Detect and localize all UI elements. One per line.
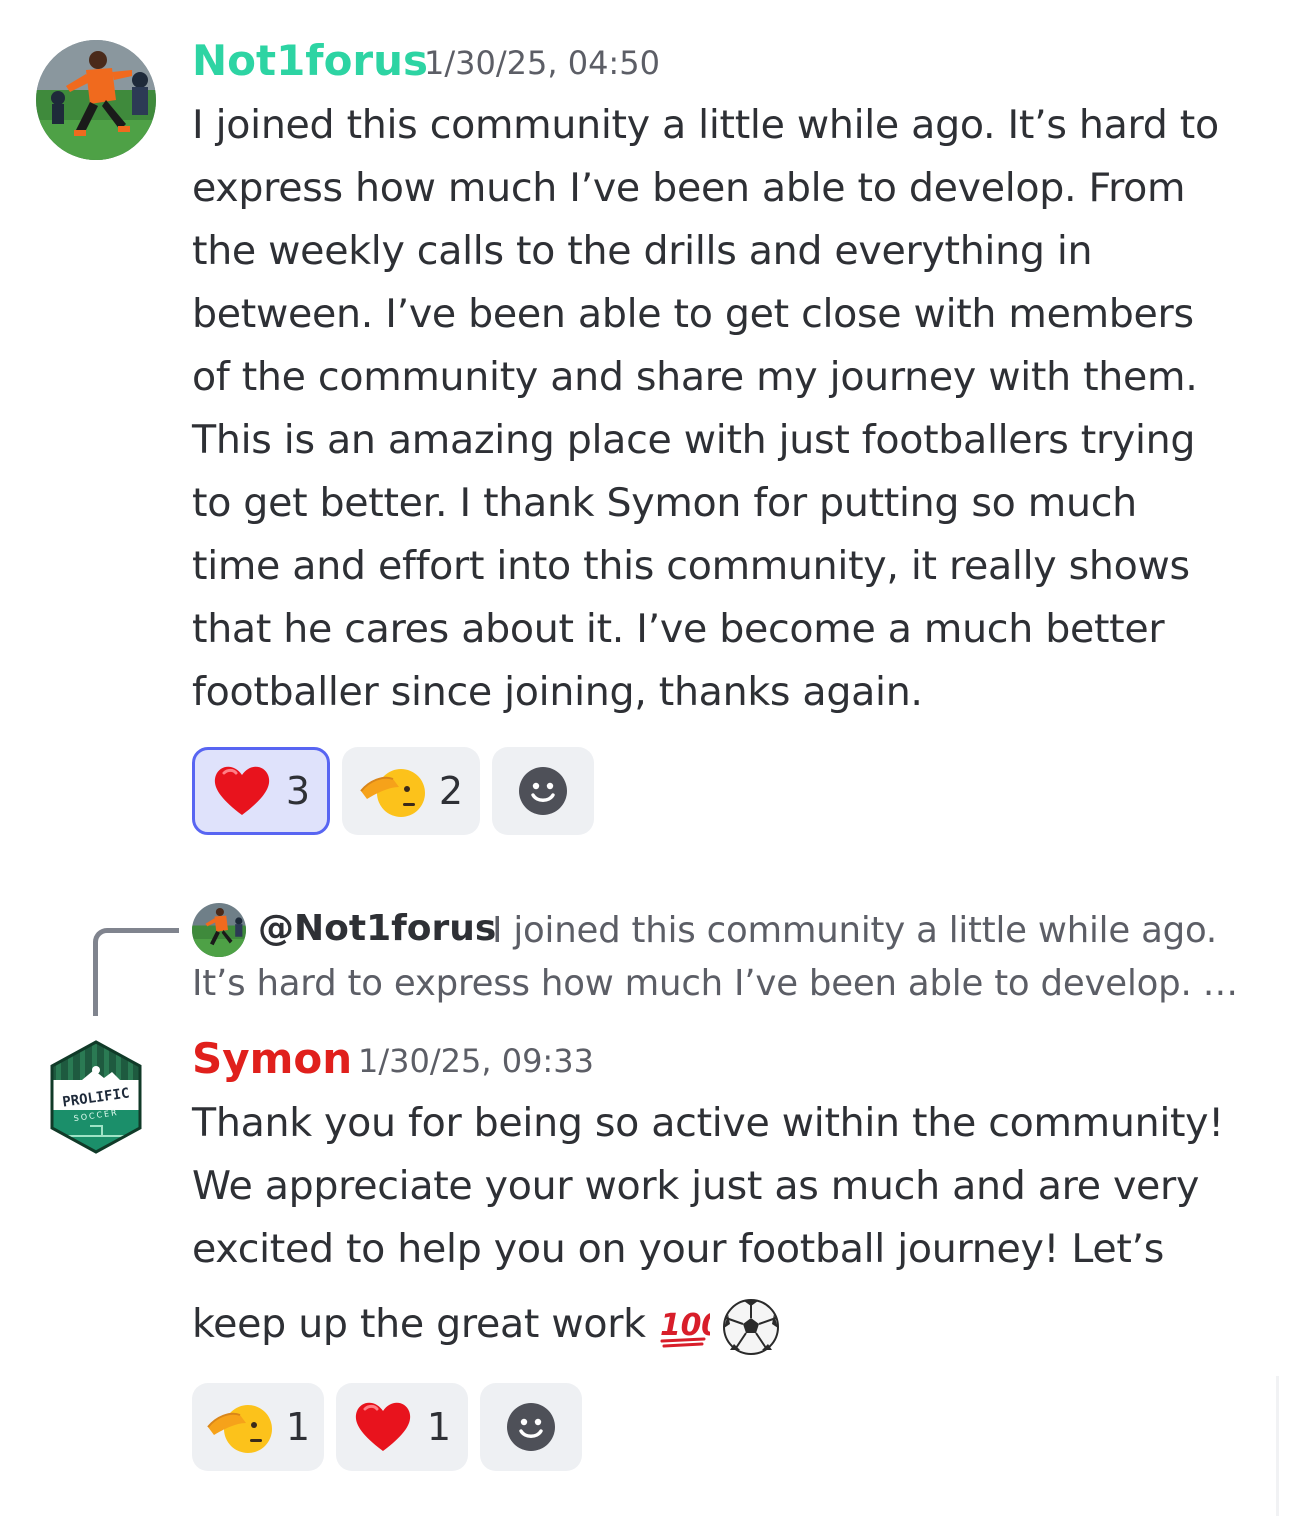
player-photo-icon <box>36 40 156 160</box>
reply-avatar[interactable] <box>192 903 246 957</box>
reaction-salute[interactable]: 2 <box>342 747 480 835</box>
message-line: We appreciate your work just as much and… <box>192 1163 1200 1209</box>
message-body: I joined this community a little while a… <box>192 94 1262 724</box>
message-author[interactable]: Symon <box>192 1034 352 1083</box>
add-reaction-button[interactable] <box>492 747 594 835</box>
message-line: of the community and share my journey wi… <box>192 354 1198 400</box>
add-reaction-icon <box>507 1403 555 1451</box>
reaction-count: 2 <box>438 769 464 813</box>
scrollbar-track[interactable] <box>1276 1376 1279 1516</box>
message-line: that he cares about it. I’ve become a mu… <box>192 606 1165 652</box>
message-last-line: keep up the great work <box>192 1301 646 1347</box>
reaction-heart[interactable]: 1 <box>336 1383 468 1471</box>
message-line: between. I’ve been able to get close wit… <box>192 291 1194 337</box>
heart-emoji-icon <box>355 1402 411 1451</box>
reaction-heart[interactable]: 3 <box>192 747 330 835</box>
message-line: Thank you for being so active within the… <box>192 1100 1224 1146</box>
soccer-ball-emoji-icon <box>723 1298 780 1355</box>
message-author[interactable]: Not1forus <box>192 36 428 85</box>
hundred-points-emoji-icon: 100 <box>660 1308 710 1347</box>
avatar-not1forus[interactable] <box>36 40 156 160</box>
message-line: footballer since joining, thanks again. <box>192 669 923 715</box>
reply-preview-line1[interactable]: I joined this community a little while a… <box>492 910 1217 951</box>
message-line: to get better. I thank Symon for putting… <box>192 480 1137 526</box>
prolific-soccer-logo-icon: PROLIFIC SOCCER <box>50 1040 142 1154</box>
reaction-count: 1 <box>426 1405 452 1449</box>
reply-preview-line2[interactable]: It’s hard to express how much I’ve been … <box>192 963 1238 1004</box>
reaction-salute[interactable]: 1 <box>192 1383 324 1471</box>
message-line: express how much I’ve been able to devel… <box>192 165 1186 211</box>
message-timestamp: 1/30/25, 09:33 <box>358 1042 594 1080</box>
message-line: This is an amazing place with just footb… <box>192 417 1196 463</box>
heart-emoji-icon <box>214 766 270 815</box>
reaction-count: 1 <box>285 1405 311 1449</box>
message-line: the weekly calls to the drills and every… <box>192 228 1093 274</box>
message-line: excited to help you on your football jou… <box>192 1226 1165 1272</box>
message-line: time and effort into this community, it … <box>192 543 1190 589</box>
message-line: keep up the great work 100 <box>192 1293 1272 1356</box>
message-line: I joined this community a little while a… <box>192 102 1219 148</box>
message-body: Thank you for being so active within the… <box>192 1092 1272 1356</box>
add-reaction-icon <box>519 767 567 815</box>
reply-mention[interactable]: @Not1forus <box>258 908 496 949</box>
add-reaction-button[interactable] <box>480 1383 582 1471</box>
reaction-count: 3 <box>285 769 311 813</box>
message-timestamp: 1/30/25, 04:50 <box>424 44 660 82</box>
reply-connector <box>93 928 179 1016</box>
saluting-face-emoji-icon <box>207 1405 272 1453</box>
saluting-face-emoji-icon <box>360 769 425 817</box>
player-photo-icon <box>192 903 246 957</box>
avatar-symon[interactable]: PROLIFIC SOCCER <box>50 1040 142 1154</box>
